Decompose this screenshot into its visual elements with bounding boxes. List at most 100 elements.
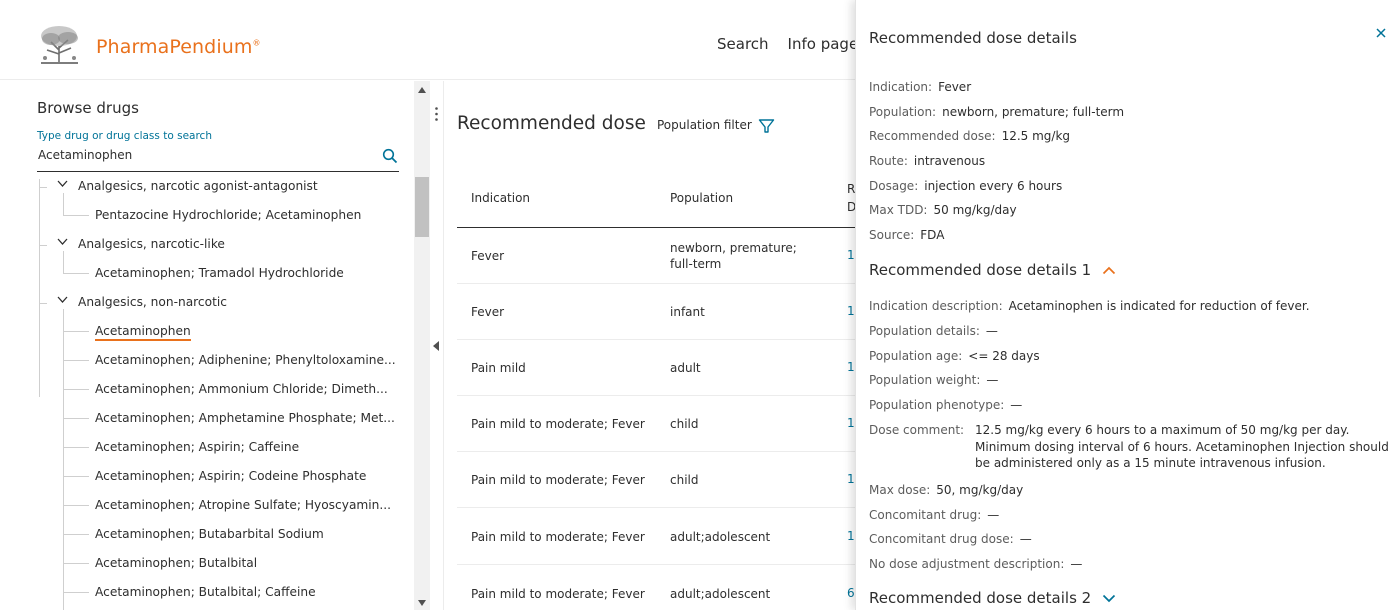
chevron-up-icon[interactable] xyxy=(1102,266,1116,275)
tree-scrollbar[interactable] xyxy=(414,81,430,610)
cell-population: child xyxy=(670,473,699,487)
drag-handle-icon[interactable] xyxy=(435,107,438,121)
tree-leaf-drug[interactable]: Acetaminophen; Butalbital; Caffeine xyxy=(10,578,414,607)
tree-leaf-drug-selected[interactable]: Acetaminophen xyxy=(10,317,414,346)
cell-dose-link[interactable]: 1 xyxy=(847,529,855,543)
dose-details-drawer: Recommended dose details Indication: Feve… xyxy=(855,0,1400,610)
cell-dose-link[interactable]: 1 xyxy=(847,248,855,262)
detail-dosage: Dosage: injection every 6 hours xyxy=(869,179,1063,193)
tree-leaf-label: Acetaminophen; Adiphenine; Phenyltoloxam… xyxy=(95,353,396,367)
cell-dose-link[interactable]: 1 xyxy=(847,360,855,374)
cell-population: adult;adolescent xyxy=(670,587,771,601)
browse-title: Browse drugs xyxy=(37,99,139,117)
cell-dose-link[interactable]: 1 xyxy=(847,416,855,430)
chevron-down-icon[interactable] xyxy=(1102,594,1116,603)
row-divider xyxy=(457,283,855,284)
row-divider xyxy=(457,395,855,396)
dose-comment-text: 12.5 mg/kg every 6 hours to a maximum of… xyxy=(975,423,1389,470)
tree-leaf-drug[interactable]: Acetaminophen; Tramadol Hydrochloride xyxy=(10,259,414,288)
tree-leaf-label: Acetaminophen; Butalbital xyxy=(95,556,258,570)
tree-node-label: Analgesics, narcotic-like xyxy=(78,237,225,251)
detail-population-details: Population details: — xyxy=(869,324,998,338)
filter-icon[interactable] xyxy=(758,118,775,134)
tree-leaf-drug[interactable]: Acetaminophen; Aspirin; Caffeine xyxy=(10,433,414,462)
tree-leaf-drug[interactable]: Acetaminophen; Ammonium Chloride; Dimeth… xyxy=(10,375,414,404)
tree-leaf-drug[interactable]: Acetaminophen; Adiphenine; Phenyltoloxam… xyxy=(10,346,414,375)
tree-leaf-label: Acetaminophen; Aspirin; Codeine Phosphat… xyxy=(95,469,367,483)
tree-node-analgesics-non-narcotic[interactable]: Analgesics, non-narcotic xyxy=(10,288,414,317)
tree-leaf-label: Pentazocine Hydrochloride; Acetaminophen xyxy=(95,208,362,222)
detail-source: Source: FDA xyxy=(869,228,945,242)
column-header-indication[interactable]: Indication xyxy=(471,191,530,205)
tree-node-label: Analgesics, narcotic agonist-antagonist xyxy=(78,179,318,193)
tree-leaf-label: Acetaminophen; Atropine Sulfate; Hyoscya… xyxy=(95,498,392,512)
panel-splitter[interactable] xyxy=(430,81,444,610)
cell-indication: Pain mild to moderate; Fever xyxy=(471,587,645,601)
column-header-population[interactable]: Population xyxy=(670,191,733,205)
cell-population: infant xyxy=(670,305,705,319)
cell-indication: Fever xyxy=(471,305,505,319)
row-divider xyxy=(457,507,855,508)
tree-leaf-drug[interactable]: Pentazocine Hydrochloride; Acetaminophen xyxy=(10,201,414,230)
scroll-down-arrow-icon[interactable] xyxy=(418,600,426,606)
detail-population: Population: newborn, premature; full-term xyxy=(869,105,1125,119)
cell-indication: Pain mild to moderate; Fever xyxy=(471,417,645,431)
cell-indication: Pain mild to moderate; Fever xyxy=(471,473,645,487)
cell-dose-link[interactable]: 6 xyxy=(847,586,855,600)
section-2-toggle[interactable]: Recommended dose details 2 xyxy=(869,589,1116,607)
dose-comment-label: Dose comment: xyxy=(869,423,965,437)
tree-node-analgesics-narcotic-like[interactable]: Analgesics, narcotic-like xyxy=(10,230,414,259)
tree-leaf-drug[interactable]: Acetaminophen; Aspirin; Codeine Phosphat… xyxy=(10,462,414,491)
nav-search-link[interactable]: Search xyxy=(717,35,769,53)
tree-leaf-label: Acetaminophen; Tramadol Hydrochloride xyxy=(95,266,344,280)
collapse-left-arrow-icon[interactable] xyxy=(433,341,439,351)
search-icon[interactable] xyxy=(382,148,398,164)
section-1-toggle[interactable]: Recommended dose details 1 xyxy=(869,261,1116,279)
cell-population: newborn, premature; full-term xyxy=(670,241,797,271)
chevron-down-icon[interactable] xyxy=(57,236,68,247)
recommended-dose-panel: Recommended dose Population filter Indic… xyxy=(445,81,855,610)
detail-concomitant-drug-dose: Concomitant drug dose: — xyxy=(869,532,1032,546)
detail-no-dose-adjustment: No dose adjustment description: — xyxy=(869,557,1083,571)
scroll-up-arrow-icon[interactable] xyxy=(418,87,426,93)
drug-search-input[interactable] xyxy=(38,148,368,162)
drug-class-tree: Analgesics, narcotic agonist-antagonist … xyxy=(10,179,414,610)
row-divider xyxy=(457,451,855,452)
nav-info-page-link[interactable]: Info page xyxy=(788,35,859,53)
cell-dose-link[interactable]: 1 xyxy=(847,304,855,318)
tree-leaf-drug[interactable]: Acetaminophen; Atropine Sulfate; Hyoscya… xyxy=(10,491,414,520)
tree-leaf-drug[interactable]: Acetaminophen; Amphetamine Phosphate; Me… xyxy=(10,404,414,433)
elsevier-tree-logo-icon[interactable] xyxy=(37,24,82,66)
cell-population: child xyxy=(670,417,699,431)
chevron-down-icon[interactable] xyxy=(57,179,68,189)
tree-leaf-drug[interactable]: Acetaminophen; Butabarbital Sodium xyxy=(10,520,414,549)
detail-indication-description: Indication description: Acetaminophen is … xyxy=(869,299,1310,313)
tree-node-analgesics-narcotic-agonist-antagonist[interactable]: Analgesics, narcotic agonist-antagonist xyxy=(10,179,414,201)
detail-max-dose: Max dose: 50, mg/kg/day xyxy=(869,483,1024,497)
search-label: Type drug or drug class to search xyxy=(37,130,212,142)
brand-name[interactable]: PharmaPendium® xyxy=(96,36,261,58)
row-divider xyxy=(457,339,855,340)
detail-indication: Indication: Fever xyxy=(869,80,972,94)
drawer-title: Recommended dose details xyxy=(869,29,1077,47)
tree-leaf-drug[interactable]: Acetaminophen; Butalbital xyxy=(10,549,414,578)
close-icon[interactable] xyxy=(1375,27,1387,39)
search-box xyxy=(37,146,399,172)
cell-population: adult xyxy=(670,361,701,375)
detail-population-age: Population age: <= 28 days xyxy=(869,349,1040,363)
detail-concomitant-drug: Concomitant drug: — xyxy=(869,508,1000,522)
population-filter-button[interactable]: Population filter xyxy=(657,118,752,132)
page-title: Recommended dose xyxy=(457,113,646,134)
tree-leaf-label-selected: Acetaminophen xyxy=(95,324,191,341)
scroll-thumb[interactable] xyxy=(415,177,429,237)
detail-route: Route: intravenous xyxy=(869,154,986,168)
top-nav: Search Info page xyxy=(717,35,877,53)
column-header-recommended-dose[interactable]: RD xyxy=(847,180,855,216)
tree-leaf-label: Acetaminophen; Ammonium Chloride; Dimeth… xyxy=(95,382,388,396)
table-header-divider xyxy=(457,227,855,228)
chevron-down-icon[interactable] xyxy=(57,294,68,305)
cell-indication: Pain mild xyxy=(471,361,526,375)
column-header-line-1: R xyxy=(847,182,855,196)
cell-dose-link[interactable]: 1 xyxy=(847,472,855,486)
tree-node-label: Analgesics, non-narcotic xyxy=(78,295,227,309)
